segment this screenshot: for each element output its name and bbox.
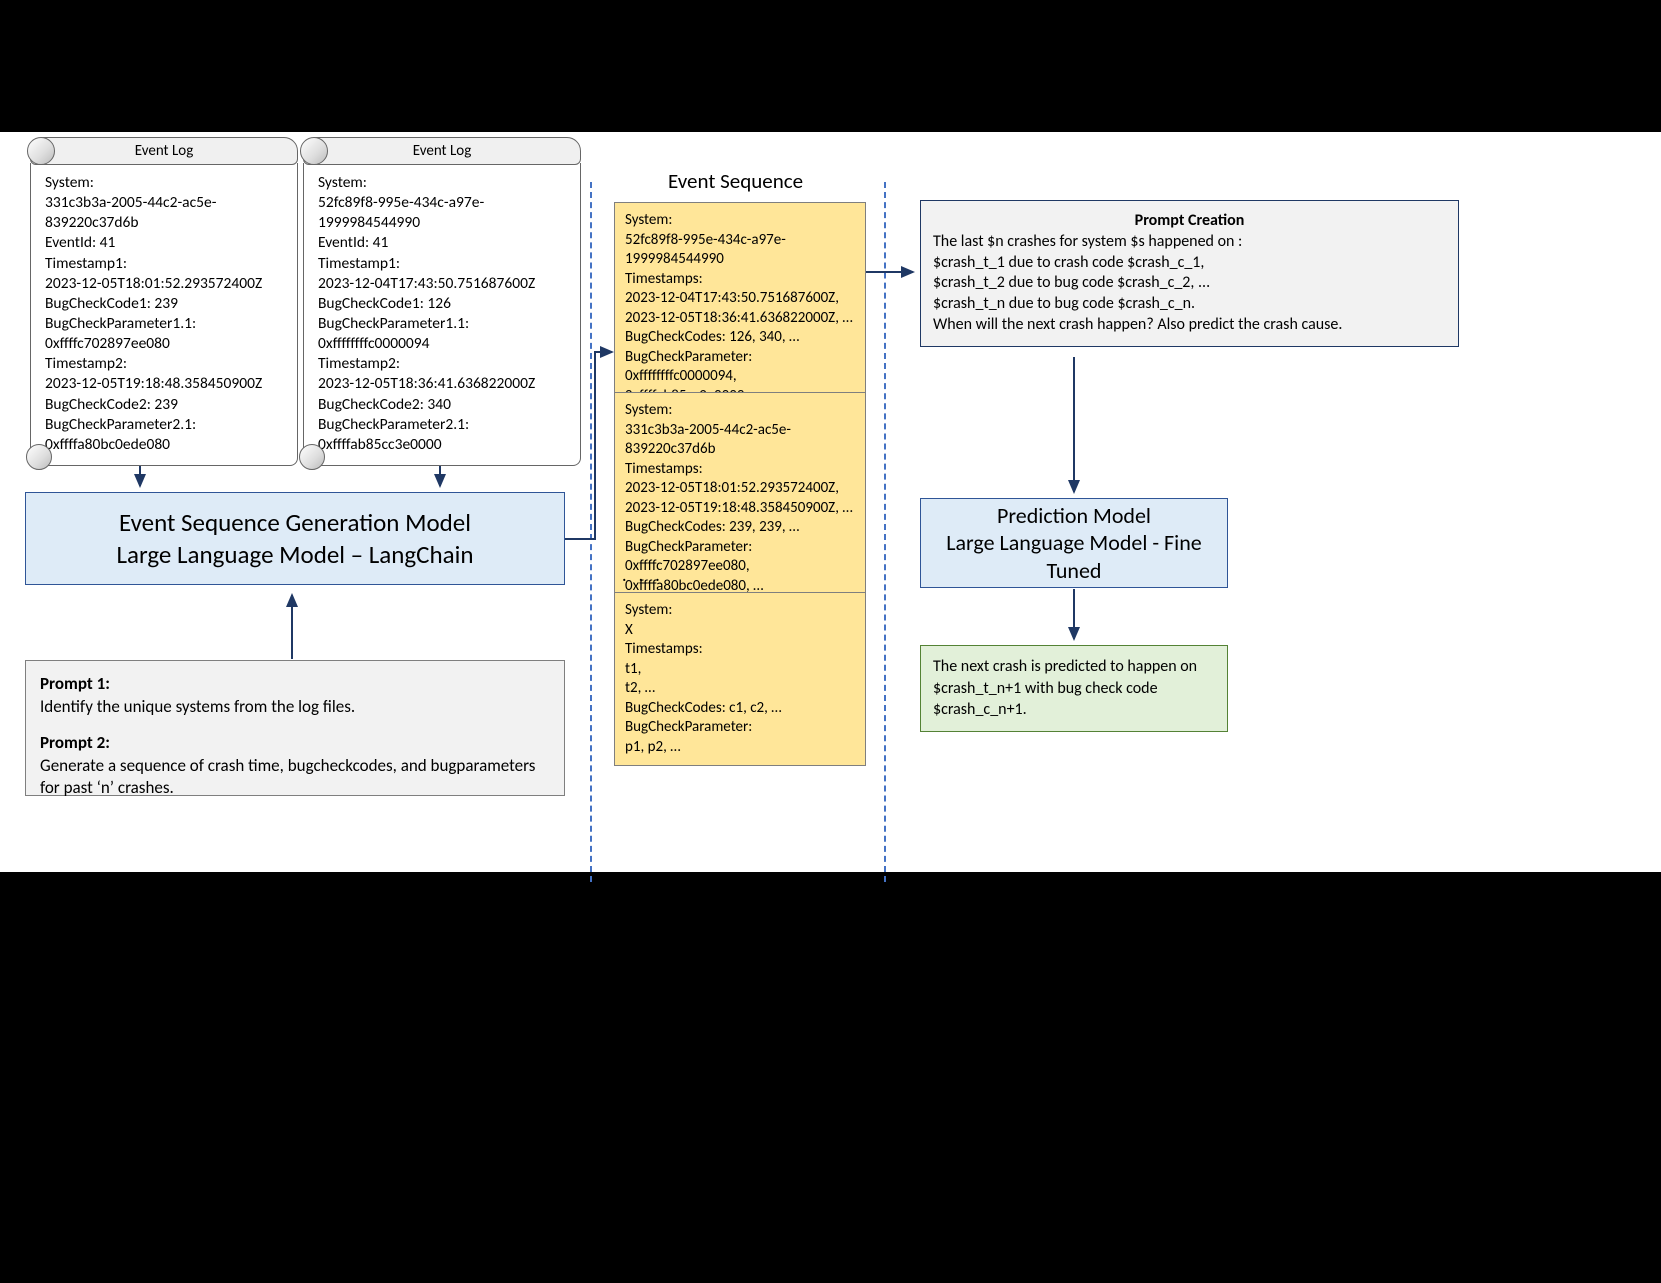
seq1-line: 2023-12-05T18:36:41.636822000Z, …	[625, 309, 855, 329]
arrow-icon	[866, 262, 921, 282]
seq3-line: Timestamps:	[625, 640, 855, 660]
arrow-icon	[1064, 357, 1084, 500]
output-box: The next crash is predicted to happen on…	[920, 645, 1228, 732]
scroll-curl-icon	[300, 137, 328, 165]
seq2-line: BugCheckCodes: 239, 239, …	[625, 518, 855, 538]
event-log-1-body: System:331c3b3a-2005-44c2-ac5e-839220c37…	[30, 163, 298, 466]
arrow-icon	[282, 587, 302, 662]
event-log-1-line: 331c3b3a-2005-44c2-ac5e-839220c37d6b	[45, 193, 287, 233]
event-log-1-line: Timestamp1:	[45, 254, 287, 274]
scroll-curl-icon	[27, 137, 55, 165]
pred-model-line1: Prediction Model	[921, 502, 1227, 530]
prompt-creation-line: $crash_t_2 due to bug code $crash_c_2, .…	[933, 273, 1446, 294]
event-log-2-body: System:52fc89f8-995e-434c-a97e-199998454…	[303, 163, 581, 466]
event-log-1-line: 2023-12-05T19:18:48.358450900Z	[45, 374, 287, 394]
seq3-line: t1,	[625, 660, 855, 680]
seq1-line: 2023-12-04T17:43:50.751687600Z,	[625, 289, 855, 309]
event-log-2-line: 0xffffffffc0000094	[318, 334, 570, 354]
seq3-line: t2, …	[625, 679, 855, 699]
seq3-line: BugCheckParameter:	[625, 718, 855, 738]
seq2-line: 2023-12-05T18:01:52.2935724​00Z,	[625, 479, 855, 499]
event-log-2-line: BugCheckCode2: 340	[318, 395, 570, 415]
event-log-2-line: 2023-12-05T18:36:41.636822000Z	[318, 374, 570, 394]
event-log-1-line: System:	[45, 173, 287, 193]
prompt-creation-line: When will the next crash happen? Also pr…	[933, 315, 1446, 336]
seq3-line: System:	[625, 601, 855, 621]
separator-2	[884, 182, 886, 882]
seq3-line: BugCheckCodes: c1, c2, …	[625, 699, 855, 719]
event-log-1-line: 2023-12-05T18:01:52.293572400Z	[45, 274, 287, 294]
event-log-2-line: Timestamp2:	[318, 354, 570, 374]
prompts-box: Prompt 1: Identify the unique systems fr…	[25, 660, 565, 796]
gen-model-line1: Event Sequence Generation Model	[117, 507, 474, 538]
seq2-line: BugCheckParameter:	[625, 538, 855, 558]
prompt-creation-line: $crash_t_n due to bug code $crash_c_n.	[933, 294, 1446, 315]
event-log-1-title: Event Log	[30, 137, 298, 165]
ellipsis: . . .	[622, 564, 664, 586]
seq1-line: System:	[625, 211, 855, 231]
prompt-creation-title: Prompt Creation	[933, 211, 1446, 232]
seq1-line: 52fc89f8-995e-434c-a97e-1999984544990	[625, 231, 855, 270]
output-text: The next crash is predicted to happen on…	[933, 656, 1215, 721]
prompt-2-label: Prompt 2:	[40, 732, 110, 753]
seq3-line: p1, p2, …	[625, 738, 855, 758]
event-log-2-line: BugCheckParameter1.1:	[318, 314, 570, 334]
prompt-2-text: Generate a sequence of crash time, bugch…	[40, 755, 550, 800]
event-log-1-line: Timestamp2:	[45, 354, 287, 374]
event-sequence-n: System:XTimestamps:t1,t2, …BugCheckCodes…	[614, 592, 866, 766]
seq1-line: BugCheckCodes: 126, 340, …	[625, 328, 855, 348]
prompt-1-text: Identify the unique systems from the log…	[40, 696, 550, 719]
generation-model-box: Event Sequence Generation Model Large La…	[25, 492, 565, 585]
event-sequence-heading: Event Sequence	[668, 168, 803, 194]
event-log-2-line: BugCheckCode1: 126	[318, 294, 570, 314]
seq2-line: Timestamps:	[625, 460, 855, 480]
event-log-2-title: Event Log	[303, 137, 581, 165]
seq3-line: X	[625, 621, 855, 641]
gen-model-line2: Large Language Model – LangChain	[117, 539, 474, 570]
event-log-2-line: Timestamp1:	[318, 254, 570, 274]
prediction-model-box: Prediction Model Large Language Model - …	[920, 498, 1228, 588]
seq2-line: System:	[625, 401, 855, 421]
event-log-2-line: System:	[318, 173, 570, 193]
event-log-2-line: BugCheckParameter2.1:	[318, 415, 570, 435]
event-log-1-line: EventId: 41	[45, 233, 287, 253]
diagram-canvas: Event Log System:331c3b3a-2005-44c2-ac5e…	[0, 132, 1661, 872]
event-sequence-1: System:52fc89f8-995e-434c-a97e-199998454…	[614, 202, 866, 415]
seq1-line: BugCheckParameter:	[625, 348, 855, 368]
event-log-1-line: BugCheckParameter1.1:	[45, 314, 287, 334]
event-log-2-line: 52fc89f8-995e-434c-a97e-1999984544990	[318, 193, 570, 233]
event-log-1-line: BugCheckCode1: 239	[45, 294, 287, 314]
prompt-creation-line: $crash_t_1 due to crash code $crash_c_1,	[933, 253, 1446, 274]
pred-model-line2: Large Language Model - Fine Tuned	[921, 529, 1227, 584]
arrow-icon	[1064, 589, 1084, 647]
event-log-1-line: 0xffffc702897ee080	[45, 334, 287, 354]
scroll-curl-icon	[26, 444, 52, 470]
seq2-line: 2023-12-05T19:18:48.358450900Z, …	[625, 499, 855, 519]
event-log-1-line: 0xffffa80bc0ede080	[45, 435, 287, 455]
prompt-creation-line: The last $n crashes for system $s happen…	[933, 232, 1446, 253]
event-log-1: Event Log System:331c3b3a-2005-44c2-ac5e…	[30, 137, 298, 466]
event-log-1-line: BugCheckCode2: 239	[45, 395, 287, 415]
seq2-line: 331c3b3a-2005-44c2-ac5e-839220c37d6b	[625, 421, 855, 460]
prompt-creation-box: Prompt Creation The last $n crashes for …	[920, 200, 1459, 347]
event-log-1-line: BugCheckParameter2.1:	[45, 415, 287, 435]
scroll-curl-icon	[299, 444, 325, 470]
seq1-line: Timestamps:	[625, 270, 855, 290]
event-log-2-line: 0xffffab85cc3e0000	[318, 435, 570, 455]
event-log-2: Event Log System:52fc89f8-995e-434c-a97e…	[303, 137, 581, 466]
event-log-2-line: EventId: 41	[318, 233, 570, 253]
prompt-1-label: Prompt 1:	[40, 673, 110, 694]
event-log-2-line: 2023-12-04T17:43:50.751687600Z	[318, 274, 570, 294]
